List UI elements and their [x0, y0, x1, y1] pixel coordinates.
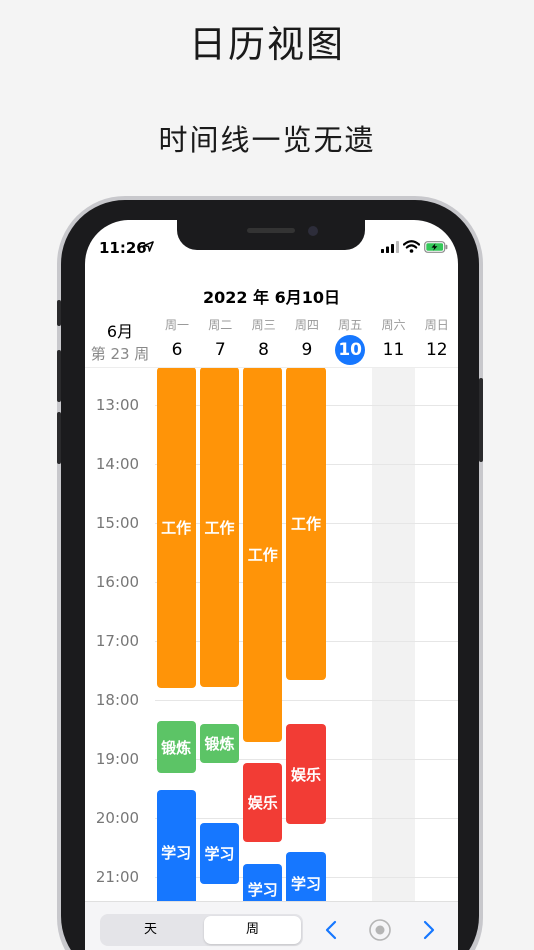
- event-block-exercise[interactable]: 锻炼: [199, 724, 240, 764]
- day-column-header[interactable]: 周日 12: [415, 316, 458, 363]
- weekday-name: 周日: [424, 318, 449, 332]
- wifi-icon: [403, 240, 420, 253]
- selected-date-title: 2022 年 6月10日: [202, 288, 341, 307]
- date-number: 8: [258, 340, 269, 360]
- phone-mute-switch: [57, 300, 61, 326]
- week-number-label: 第 23 周: [90, 345, 150, 363]
- bottom-toolbar: 天 周: [85, 901, 458, 950]
- event-block-leisure[interactable]: 娱乐: [286, 724, 326, 825]
- hour-label: 13:00: [95, 395, 140, 414]
- view-day-button[interactable]: 天: [102, 916, 199, 944]
- promo-subtitle: 时间线一览无遗: [158, 123, 376, 157]
- hour-label: 14:00: [95, 454, 140, 473]
- day-column-header[interactable]: 周三 8: [242, 316, 286, 363]
- event-label: 娱乐: [247, 794, 278, 813]
- cellular-signal-icon: [381, 241, 399, 253]
- week-timeline-grid[interactable]: 13:00 14:00 15:00 16:00 17:00 18:00 19:00 20:00…: [85, 367, 458, 901]
- weekday-name: 周二: [208, 318, 233, 332]
- battery-charging-icon: [424, 241, 448, 253]
- event-label: 工作: [204, 518, 235, 537]
- weekday-name: 周三: [251, 318, 276, 332]
- event-block-work[interactable]: 工作: [286, 368, 326, 680]
- hour-gridline: [155, 699, 458, 701]
- location-arrow-icon: [143, 241, 154, 252]
- event-label: 锻炼: [204, 735, 235, 754]
- view-mode-segmented-control: 天 周: [100, 914, 303, 946]
- event-block-study[interactable]: 学习: [156, 790, 196, 901]
- promo-title: 日历视图: [189, 23, 345, 66]
- event-label: 学习: [291, 875, 322, 894]
- day-column-header[interactable]: 周二 7: [198, 316, 242, 363]
- speaker: [247, 228, 295, 233]
- weekday-name: 周五: [338, 318, 363, 332]
- hour-label: 17:00: [95, 631, 140, 650]
- event-label: 工作: [161, 519, 192, 537]
- chevron-right-icon[interactable]: [414, 916, 442, 944]
- view-week-button[interactable]: 周: [204, 916, 301, 944]
- weekday-name: 周四: [294, 318, 319, 332]
- event-block-work[interactable]: 工作: [199, 368, 240, 687]
- day-column-header[interactable]: 周六 11: [372, 316, 416, 363]
- phone-volume-up: [57, 350, 61, 402]
- event-label: 工作: [247, 546, 278, 565]
- day-column-header[interactable]: 周一 6: [155, 316, 199, 363]
- notch: [177, 220, 365, 250]
- front-camera: [308, 226, 318, 236]
- hour-label: 18:00: [95, 690, 140, 709]
- event-block-study[interactable]: 学习: [286, 851, 326, 901]
- chevron-left-icon[interactable]: [318, 916, 346, 944]
- hour-label: 20:00: [95, 808, 140, 827]
- event-block-study[interactable]: 学习: [243, 863, 283, 901]
- date-number: 11: [382, 340, 405, 360]
- date-number: 7: [214, 340, 226, 360]
- event-label: 锻炼: [161, 738, 192, 757]
- day-column-header[interactable]: 周四 9: [285, 316, 329, 363]
- event-block-study[interactable]: 学习: [199, 823, 240, 885]
- event-block-work[interactable]: 工作: [243, 368, 283, 742]
- weekend-column-shade: [371, 368, 415, 901]
- weekday-name: 周六: [381, 318, 406, 332]
- hour-label: 15:00: [95, 513, 140, 532]
- event-label: 工作: [291, 515, 322, 534]
- hour-label: 16:00: [95, 572, 140, 591]
- event-label: 学习: [161, 844, 192, 863]
- event-label: 学习: [204, 845, 235, 864]
- event-block-work[interactable]: 工作: [156, 368, 196, 688]
- event-label: 娱乐: [291, 765, 322, 784]
- month-label: 6月: [106, 322, 134, 341]
- date-number: 9: [301, 340, 313, 360]
- today-date-number: 10: [335, 335, 366, 365]
- phone-volume-down: [57, 412, 61, 464]
- event-label: 学习: [247, 881, 278, 900]
- phone-screen: 11:26 2022 年 6月10日 6月 第 23 周 周一 6 周二 7 周三 8 周四…: [85, 220, 458, 950]
- weekday-name: 周一: [164, 318, 189, 332]
- phone-power-button: [479, 378, 483, 462]
- date-number: 12: [425, 340, 448, 360]
- date-number: 6: [171, 340, 183, 360]
- hour-label: 21:00: [95, 867, 140, 886]
- event-block-leisure[interactable]: 娱乐: [243, 763, 283, 843]
- day-column-header[interactable]: 周五 10: [328, 316, 372, 365]
- hour-label: 19:00: [95, 749, 140, 768]
- today-target-icon[interactable]: [366, 916, 394, 944]
- event-block-exercise[interactable]: 锻炼: [156, 721, 196, 774]
- status-time: 11:26: [99, 239, 147, 257]
